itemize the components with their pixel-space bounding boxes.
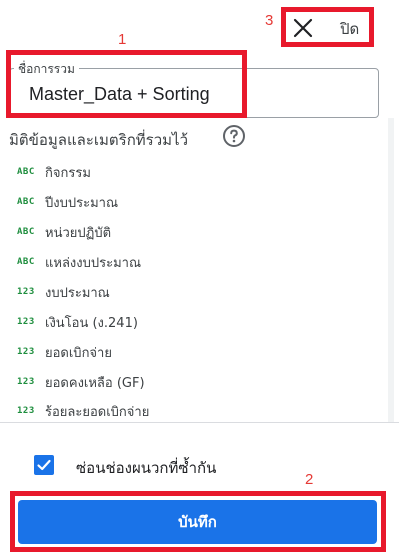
help-circle-icon[interactable] — [222, 124, 246, 148]
field-list: ABC กิจกรรม ABC ปีงบประมาณ ABC หน่วยปฏิบ… — [0, 156, 399, 419]
text-type-icon: ABC — [17, 227, 35, 237]
text-type-icon: ABC — [17, 197, 35, 207]
number-type-icon: 123 — [17, 347, 35, 357]
field-name: งบประมาณ — [45, 285, 110, 301]
field-name: กิจกรรม — [45, 165, 91, 181]
field-name: เงินโอน (ง.241) — [45, 315, 138, 331]
annotation-number-2: 2 — [305, 471, 314, 488]
number-type-icon: 123 — [17, 406, 35, 416]
list-item[interactable]: ABC แหล่งงบประมาณ — [17, 247, 141, 277]
annotation-number-1: 1 — [118, 31, 127, 48]
number-type-icon: 123 — [17, 287, 35, 297]
list-item[interactable]: ABC หน่วยปฏิบัติ — [17, 217, 111, 247]
field-name: ปีงบประมาณ — [45, 195, 118, 211]
field-name: แหล่งงบประมาณ — [45, 255, 142, 271]
check-icon — [37, 459, 51, 471]
list-item[interactable]: 123 เงินโอน (ง.241) — [17, 307, 138, 337]
annotation-box-close — [281, 7, 374, 47]
list-item[interactable]: ABC ปีงบประมาณ — [17, 187, 118, 217]
field-name: ร้อยละยอดเบิกจ่าย — [45, 404, 150, 419]
section-title: มิติข้อมูลและเมตริกที่รวมไว้ — [9, 131, 189, 149]
list-item[interactable]: 123 ร้อยละยอดเบิกจ่าย — [17, 396, 150, 419]
text-type-icon: ABC — [17, 167, 35, 177]
number-type-icon: 123 — [17, 317, 35, 327]
list-item[interactable]: ABC กิจกรรม — [17, 157, 91, 187]
field-name: ยอดเบิกจ่าย — [45, 345, 112, 361]
number-type-icon: 123 — [17, 377, 35, 387]
field-name: หน่วยปฏิบัติ — [45, 225, 112, 241]
annotation-number-3: 3 — [265, 12, 274, 29]
text-type-icon: ABC — [17, 257, 35, 267]
list-item[interactable]: 123 งบประมาณ — [17, 277, 110, 307]
list-item[interactable]: 123 ยอดคงเหลือ (GF) — [17, 367, 145, 397]
hide-duplicate-label: ซ่อนช่องผนวกที่ซ้ำกัน — [76, 459, 217, 477]
annotation-box-name — [6, 50, 247, 118]
footer-divider — [0, 422, 399, 423]
annotation-box-save — [10, 491, 386, 552]
list-item[interactable]: 123 ยอดเบิกจ่าย — [17, 337, 112, 367]
field-name: ยอดคงเหลือ (GF) — [45, 375, 145, 391]
hide-duplicate-checkbox[interactable] — [34, 455, 54, 475]
